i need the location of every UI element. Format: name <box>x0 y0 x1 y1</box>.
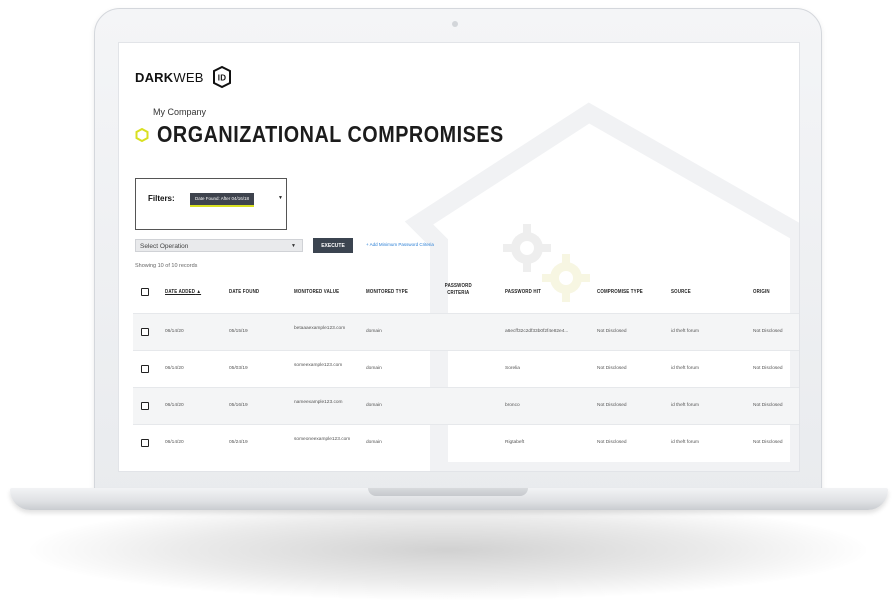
compromises-table: DATE ADDED ▲ DATE FOUND MONITORED VALUE … <box>133 271 799 461</box>
cell-source: id theft forum <box>671 403 699 408</box>
table-row[interactable]: 06/14/20 05/16/19 nameexample123.com dom… <box>133 387 799 424</box>
table-row[interactable]: 06/14/20 05/03/19 someexample123.com dom… <box>133 350 799 387</box>
row-checkbox[interactable] <box>141 365 149 373</box>
cell-date-added: 06/14/20 <box>165 440 184 445</box>
cell-password-hit: Rigtabeft <box>505 440 525 445</box>
chevron-down-icon: ▼ <box>291 243 296 249</box>
execute-button[interactable]: EXECUTE <box>313 238 353 253</box>
cell-date-found: 05/24/19 <box>229 440 248 445</box>
header-password-criteria[interactable]: PASSWORD CRITERIA <box>443 283 474 297</box>
header-monitored-value[interactable]: MONITORED VALUE <box>294 289 339 295</box>
cell-monitored-value: betaaaexample123.com <box>294 326 346 331</box>
row-checkbox[interactable] <box>141 439 149 447</box>
cell-source: id theft forum <box>671 366 699 371</box>
filter-dropdown-icon[interactable]: ▼ <box>278 195 283 201</box>
operation-select[interactable]: Select Operation ▼ <box>135 239 303 252</box>
logo-text-dark: DARK <box>135 69 174 85</box>
laptop-shadow <box>30 500 866 600</box>
id-badge-icon: ID <box>212 65 231 89</box>
page-title-row: ORGANIZATIONAL COMPROMISES <box>135 121 560 148</box>
id-badge-text: ID <box>217 74 225 83</box>
sort-asc-icon: ▲ <box>196 289 202 295</box>
cell-source: id theft forum <box>671 329 699 334</box>
cell-date-added: 06/14/20 <box>165 366 184 371</box>
cell-monitored-type: domain <box>366 366 382 371</box>
cell-date-found: 05/15/19 <box>229 329 248 334</box>
add-password-criteria-link[interactable]: + Add Minimum Password Criteria <box>366 242 434 247</box>
header-monitored-type[interactable]: MONITORED TYPE <box>366 289 408 295</box>
table-header: DATE ADDED ▲ DATE FOUND MONITORED VALUE … <box>133 271 799 313</box>
cell-origin: Not Disclosed <box>753 403 783 408</box>
cell-password-hit: a6ecff32c2df33b0f2f4e82e4... <box>505 329 569 334</box>
cell-origin: Not Disclosed <box>753 329 783 334</box>
cell-password-hit: bronco <box>505 403 520 408</box>
cell-date-found: 05/16/19 <box>229 403 248 408</box>
cell-date-found: 05/03/19 <box>229 366 248 371</box>
cell-source: id theft forum <box>671 440 699 445</box>
header-origin[interactable]: ORIGIN <box>753 289 770 295</box>
record-count: Showing 10 of 10 records <box>135 263 198 269</box>
cell-compromise-type: Not Disclosed <box>597 329 627 334</box>
cell-compromise-type: Not Disclosed <box>597 366 627 371</box>
header-date-found[interactable]: DATE FOUND <box>229 289 259 295</box>
table-row[interactable]: 06/14/20 05/24/19 someoneexample123.com … <box>133 424 799 461</box>
header-source[interactable]: SOURCE <box>671 289 691 295</box>
operation-select-value: Select Operation <box>140 243 189 250</box>
header-date-added-label: DATE ADDED <box>165 289 196 295</box>
logo-text-web: WEB <box>173 69 204 85</box>
cell-monitored-value: someexample123.com <box>294 363 343 368</box>
table-row[interactable]: 06/14/20 05/15/19 betaaaexample123.com d… <box>133 313 799 350</box>
filters-label: Filters: <box>148 194 175 203</box>
laptop-hinge-notch <box>368 488 528 496</box>
cell-date-added: 06/14/20 <box>165 403 184 408</box>
hexagon-icon <box>135 127 149 142</box>
date-found-filter-chip[interactable]: Date Found: After 04/16/18 <box>190 193 255 207</box>
cell-monitored-type: domain <box>366 440 382 445</box>
camera-icon <box>452 21 458 27</box>
header-date-added[interactable]: DATE ADDED ▲ <box>165 289 201 295</box>
cell-password-hit: Sorelia <box>505 366 520 371</box>
filters-panel: Filters: Date Found: After 04/16/18 ▼ <box>135 178 287 230</box>
company-name: My Company <box>153 107 207 117</box>
header-password-hit[interactable]: PASSWORD HIT <box>505 289 541 295</box>
cell-compromise-type: Not Disclosed <box>597 440 627 445</box>
cell-monitored-type: domain <box>366 403 382 408</box>
row-checkbox[interactable] <box>141 328 149 336</box>
cell-monitored-value: someoneexample123.com <box>294 437 351 442</box>
select-all-checkbox[interactable] <box>141 288 149 296</box>
cell-date-added: 06/14/20 <box>165 329 184 334</box>
page-title: ORGANIZATIONAL COMPROMISES <box>157 121 504 147</box>
cell-monitored-value: nameexample123.com <box>294 400 343 405</box>
cell-origin: Not Disclosed <box>753 440 783 445</box>
header-compromise-type[interactable]: COMPROMISE TYPE <box>597 289 643 295</box>
row-checkbox[interactable] <box>141 402 149 410</box>
cell-origin: Not Disclosed <box>753 366 783 371</box>
cell-monitored-type: domain <box>366 329 382 334</box>
cell-compromise-type: Not Disclosed <box>597 403 627 408</box>
app-screen: DARKWEB ID My Company ORGANIZATIONAL COM… <box>118 42 800 472</box>
darkweb-id-logo[interactable]: DARKWEB ID <box>135 65 234 89</box>
